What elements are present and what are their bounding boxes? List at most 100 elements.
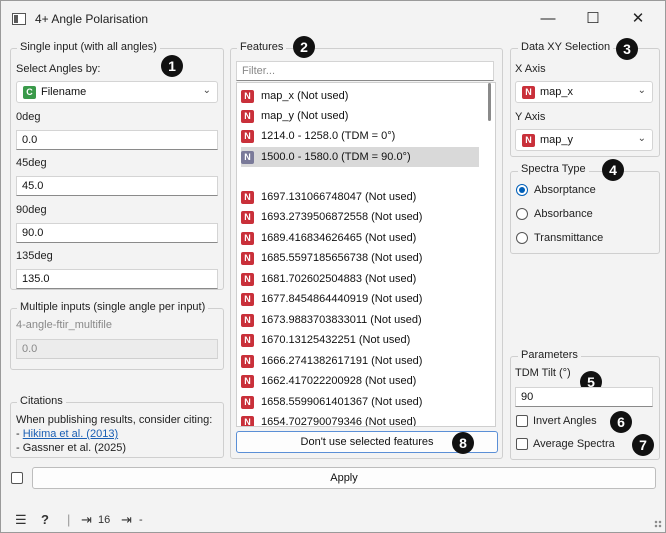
list-item[interactable]: N 1666.2741382617191 (Not used) <box>241 351 479 371</box>
list-item-label: 1693.2739506872558 (Not used) <box>261 211 423 223</box>
badge-2: 2 <box>293 36 315 58</box>
badge-7: 7 <box>632 434 654 456</box>
numeric-icon: N <box>241 374 254 388</box>
list-item-label: 1666.2741382617191 (Not used) <box>261 355 423 367</box>
list-item[interactable]: N 1214.0 - 1258.0 (TDM = 0°) <box>241 126 479 146</box>
features-filter-input[interactable]: Filter... <box>236 61 494 81</box>
tdm-tilt-label: TDM Tilt (°) <box>515 367 571 379</box>
window-title: 4+ Angle Polarisation <box>35 12 149 26</box>
multifile-label: 4-angle-ftir_multifile <box>16 319 112 331</box>
absorbance-label: Absorbance <box>534 208 593 220</box>
list-item[interactable]: N 1697.131066748047 (Not used) <box>241 187 479 207</box>
tdm-tilt-input[interactable]: 90 <box>515 387 653 407</box>
list-item[interactable]: Nmap_x (Not used) <box>241 86 479 106</box>
citations-intro: When publishing results, consider citing… <box>16 414 213 426</box>
badge-1: 1 <box>161 55 183 77</box>
resize-grip[interactable] <box>654 520 662 528</box>
window: 4+ Angle Polarisation — ☐ ✕ Single input… <box>0 0 666 533</box>
list-item[interactable]: N 1673.9883703833011 (Not used) <box>241 310 479 330</box>
citation-1: - Hikima et al. (2013) <box>16 428 118 440</box>
spectra-type-title: Spectra Type <box>518 163 589 175</box>
list-item-label: 1658.5599061401367 (Not used) <box>261 396 423 408</box>
list-item-label: 1681.702602504883 (Not used) <box>261 273 417 285</box>
output-count: - <box>139 514 143 526</box>
features-list[interactable]: Nmap_x (Not used) Nmap_y (Not used) N 121… <box>236 82 496 427</box>
help-icon[interactable]: ? <box>41 512 49 527</box>
numeric-icon: N <box>241 89 254 103</box>
list-item-label: map_x (Not used) <box>261 90 349 102</box>
angle-135-label: 135deg <box>16 250 53 262</box>
numeric-icon: N <box>241 231 254 245</box>
citation-gassner: Gassner et al. (2025) <box>22 442 127 454</box>
list-item[interactable]: N 1677.8454864440919 (Not used) <box>241 289 479 309</box>
angle-0-label: 0deg <box>16 111 41 123</box>
citation-2: - Gassner et al. (2025) <box>16 442 126 454</box>
list-item-label: 1670.13125432251 (Not used) <box>261 334 411 346</box>
numeric-icon: N <box>241 292 254 306</box>
y-axis-label: Y Axis <box>515 111 546 123</box>
numeric-icon: N <box>241 333 254 347</box>
list-item[interactable]: N 1681.702602504883 (Not used) <box>241 269 479 289</box>
absorptance-radio[interactable] <box>516 184 528 196</box>
select-angles-combo[interactable]: C Filename ⌄ <box>16 81 218 103</box>
numeric-icon: N <box>522 134 535 147</box>
numeric-icon: N <box>241 395 254 409</box>
apply-button[interactable]: Apply <box>32 467 656 489</box>
list-item[interactable]: Nmap_y (Not used) <box>241 106 479 126</box>
list-item-label: map_y (Not used) <box>261 110 349 122</box>
average-spectra-label: Average Spectra <box>533 438 615 450</box>
badge-4: 4 <box>602 159 624 181</box>
list-item-label: 1689.416834626465 (Not used) <box>261 232 417 244</box>
absorptance-label: Absorptance <box>534 184 596 196</box>
list-item[interactable]: N 1689.416834626465 (Not used) <box>241 228 479 248</box>
input-count: 16 <box>98 514 111 526</box>
divider: | <box>67 512 71 527</box>
transmittance-radio[interactable] <box>516 232 528 244</box>
numeric-icon: N <box>241 415 254 426</box>
list-item-label: 1214.0 - 1258.0 (TDM = 0°) <box>261 130 396 142</box>
list-item[interactable]: N 1685.5597185656738 (Not used) <box>241 248 479 268</box>
list-item[interactable]: N 1658.5599061401367 (Not used) <box>241 392 479 412</box>
citation-link-hikima[interactable]: Hikima et al. (2013) <box>23 428 118 440</box>
badge-3: 3 <box>616 38 638 60</box>
minimize-button[interactable]: — <box>533 7 563 31</box>
select-angles-label: Select Angles by: <box>16 63 101 75</box>
invert-angles-checkbox[interactable] <box>516 415 528 427</box>
chevron-down-icon: ⌄ <box>637 85 646 96</box>
menu-icon[interactable]: ☰ <box>15 512 27 528</box>
output-icon: ⇥ <box>121 512 132 527</box>
features-scrollbar[interactable] <box>488 83 491 121</box>
angle-45-label: 45deg <box>16 157 47 169</box>
list-item-label: 1662.417022200928 (Not used) <box>261 375 417 387</box>
list-item-label: 1673.9883703833011 (Not used) <box>261 314 422 326</box>
maximize-button[interactable]: ☐ <box>578 7 608 31</box>
list-item[interactable]: N 1670.13125432251 (Not used) <box>241 330 479 350</box>
y-axis-combo[interactable]: N map_y ⌄ <box>515 129 653 151</box>
multifile-input[interactable]: 0.0 <box>16 339 218 359</box>
x-axis-combo[interactable]: N map_x ⌄ <box>515 81 653 103</box>
transmittance-label: Transmittance <box>534 232 604 244</box>
list-item[interactable]: N 1654.702790079346 (Not used) <box>241 412 479 426</box>
auto-apply-checkbox[interactable] <box>11 472 23 484</box>
angle-90-input[interactable]: 90.0 <box>16 223 218 243</box>
angle-135-input[interactable]: 135.0 <box>16 269 218 289</box>
app-icon <box>12 13 26 25</box>
y-axis-value: map_y <box>540 134 574 146</box>
close-button[interactable]: ✕ <box>623 7 653 31</box>
numeric-icon: N <box>241 190 254 204</box>
chevron-down-icon: ⌄ <box>637 133 646 144</box>
list-item[interactable]: N 1693.2739506872558 (Not used) <box>241 207 479 227</box>
single-input-title: Single input (with all angles) <box>17 41 160 53</box>
angle-0-input[interactable]: 0.0 <box>16 130 218 150</box>
list-item-selected[interactable]: N 1500.0 - 1580.0 (TDM = 90.0°) <box>241 147 479 167</box>
status-bar: ☰ ? | ⇥ 16 ⇥ - <box>1 509 665 531</box>
average-spectra-checkbox[interactable] <box>516 438 528 450</box>
angle-45-input[interactable]: 45.0 <box>16 176 218 196</box>
absorbance-radio[interactable] <box>516 208 528 220</box>
list-item[interactable]: N 1662.417022200928 (Not used) <box>241 371 479 391</box>
numeric-icon: N <box>241 150 254 164</box>
list-item-label: 1685.5597185656738 (Not used) <box>261 252 423 264</box>
x-axis-value: map_x <box>540 86 574 98</box>
categorical-icon: C <box>23 86 36 99</box>
list-item-label: 1677.8454864440919 (Not used) <box>261 293 423 305</box>
